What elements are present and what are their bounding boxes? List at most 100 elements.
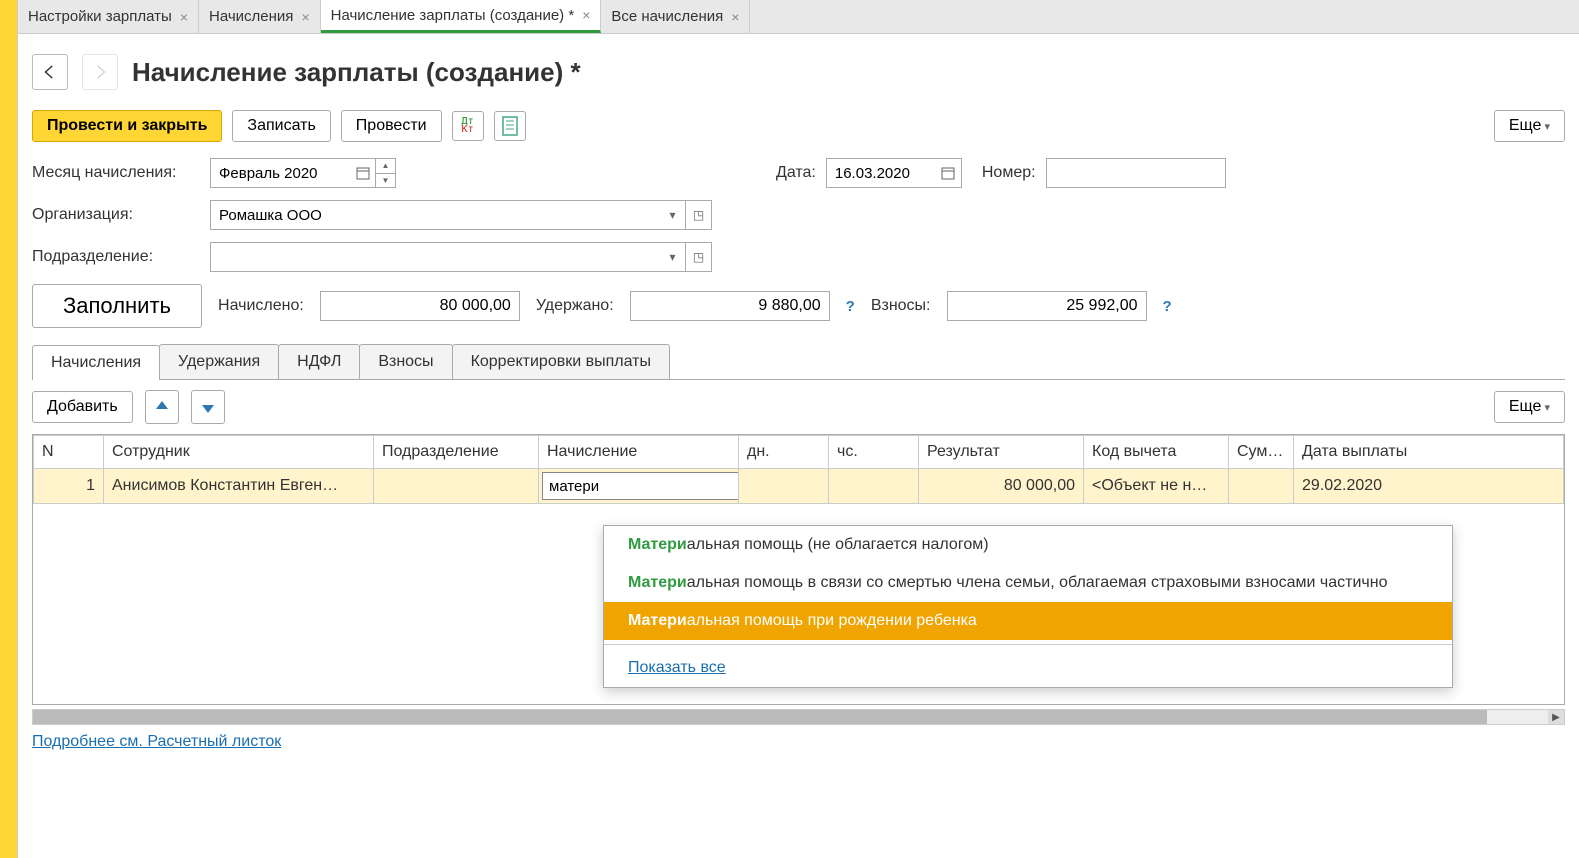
match-text: Матери <box>628 612 687 629</box>
scroll-right-icon[interactable]: ▶ <box>1548 710 1564 724</box>
close-icon[interactable]: × <box>731 9 739 25</box>
col-sum[interactable]: Сумма <box>1229 436 1294 469</box>
month-label: Месяц начисления: <box>32 164 200 182</box>
dropdown-icon[interactable]: ▾ <box>660 242 686 272</box>
dropdown-icon[interactable]: ▾ <box>660 200 686 230</box>
accrual-dropdown: Матери альная помощь (не облагается налог… <box>603 525 1453 688</box>
col-result[interactable]: Результат <box>919 436 1084 469</box>
dt-kt-button[interactable]: ДтКт <box>452 111 484 141</box>
show-all-link[interactable]: Показать все <box>604 649 1452 687</box>
contrib-label: Взносы: <box>871 297 931 315</box>
document-icon <box>502 116 518 136</box>
close-icon[interactable]: × <box>582 7 590 23</box>
dropdown-item[interactable]: Материальная помощь (не облагается налог… <box>604 526 1452 564</box>
withheld-label: Удержано: <box>536 297 614 315</box>
tab-ndfl[interactable]: НДФЛ <box>278 344 360 379</box>
item-rest: альная помощь при рождении ребенка <box>687 612 977 629</box>
org-input[interactable] <box>210 200 660 230</box>
cell-days[interactable] <box>739 469 829 504</box>
open-icon[interactable]: ◳ <box>686 200 712 230</box>
calendar-icon[interactable] <box>350 158 376 188</box>
post-and-close-button[interactable]: Провести и закрыть <box>32 110 222 142</box>
cell-n[interactable]: 1 <box>34 469 104 504</box>
open-icon[interactable]: ◳ <box>686 242 712 272</box>
page-title: Начисление зарплаты (создание) * <box>132 57 581 88</box>
match-text: Матери <box>628 574 687 591</box>
col-paydate[interactable]: Дата выплаты <box>1294 436 1564 469</box>
debit-credit-icon: ДтКт <box>462 118 474 134</box>
fill-button[interactable]: Заполнить <box>32 284 202 328</box>
col-deduction[interactable]: Код вычета <box>1084 436 1229 469</box>
tab-all-accruals[interactable]: Все начисления × <box>601 0 750 33</box>
window-tabs: Настройки зарплаты × Начисления × Начисл… <box>18 0 1579 34</box>
item-rest: альная помощь в связи со смертью члена с… <box>687 574 1388 591</box>
print-button[interactable] <box>494 111 526 141</box>
dropdown-separator <box>604 644 1452 645</box>
cell-hours[interactable] <box>829 469 919 504</box>
accrued-input[interactable] <box>320 291 520 321</box>
tab-withholdings[interactable]: Удержания <box>159 344 279 379</box>
move-down-button[interactable] <box>191 390 225 424</box>
withheld-input[interactable] <box>630 291 830 321</box>
date-input[interactable] <box>826 158 936 188</box>
help-icon[interactable]: ? <box>1163 298 1172 315</box>
scroll-thumb[interactable] <box>33 710 1487 724</box>
table-row[interactable]: 1 Анисимов Константин Евген… ▾ ◳ <box>34 469 1564 504</box>
col-accrual[interactable]: Начисление <box>539 436 739 469</box>
number-input[interactable] <box>1046 158 1226 188</box>
close-icon[interactable]: × <box>301 9 309 25</box>
date-label: Дата: <box>776 164 816 182</box>
tab-settings[interactable]: Настройки зарплаты × <box>18 0 199 33</box>
dropdown-item-selected[interactable]: Материальная помощь при рождении ребенка <box>604 602 1452 640</box>
table-more-button[interactable]: Еще <box>1494 391 1565 423</box>
table-header-row: N Сотрудник Подразделение Начисление дн.… <box>34 436 1564 469</box>
accrual-type-input[interactable] <box>542 472 739 500</box>
nav-forward-button[interactable] <box>82 54 118 90</box>
col-hours[interactable]: чс. <box>829 436 919 469</box>
help-icon[interactable]: ? <box>846 298 855 315</box>
tab-label: Настройки зарплаты <box>28 8 172 25</box>
cell-sum[interactable] <box>1229 469 1294 504</box>
dept-input[interactable] <box>210 242 660 272</box>
tab-corrections[interactable]: Корректировки выплаты <box>452 344 670 379</box>
item-rest: альная помощь (не облагается налогом) <box>687 536 989 553</box>
col-employee[interactable]: Сотрудник <box>104 436 374 469</box>
contrib-input[interactable] <box>947 291 1147 321</box>
tab-label: Все начисления <box>611 8 723 25</box>
accrued-label: Начислено: <box>218 297 304 315</box>
tab-accruals[interactable]: Начисления × <box>199 0 321 33</box>
tab-label: Начисление зарплаты (создание) * <box>331 7 575 24</box>
cell-paydate[interactable]: 29.02.2020 <box>1294 469 1564 504</box>
dropdown-item[interactable]: Материальная помощь в связи со смертью ч… <box>604 564 1452 602</box>
more-button[interactable]: Еще <box>1494 110 1565 142</box>
month-input[interactable] <box>210 158 350 188</box>
tab-label: Начисления <box>209 8 293 25</box>
accruals-table-wrap: N Сотрудник Подразделение Начисление дн.… <box>32 434 1565 705</box>
calendar-icon[interactable] <box>936 158 962 188</box>
payslip-link[interactable]: Подробнее см. Расчетный листок <box>32 733 281 751</box>
nav-back-button[interactable] <box>32 54 68 90</box>
accruals-table: N Сотрудник Подразделение Начисление дн.… <box>33 435 1564 504</box>
col-department[interactable]: Подразделение <box>374 436 539 469</box>
tab-payroll-create[interactable]: Начисление зарплаты (создание) * × <box>321 0 602 33</box>
month-up-icon[interactable]: ▲ <box>376 159 395 174</box>
move-up-button[interactable] <box>145 390 179 424</box>
yellow-sidebar <box>0 0 18 858</box>
col-n[interactable]: N <box>34 436 104 469</box>
col-days[interactable]: дн. <box>739 436 829 469</box>
tab-contributions[interactable]: Взносы <box>359 344 452 379</box>
cell-accrual[interactable]: ▾ ◳ <box>539 469 739 504</box>
number-label: Номер: <box>982 164 1036 182</box>
cell-employee[interactable]: Анисимов Константин Евген… <box>104 469 374 504</box>
add-row-button[interactable]: Добавить <box>32 391 133 423</box>
dept-label: Подразделение: <box>32 248 200 266</box>
cell-deduction[interactable]: <Объект не н… <box>1084 469 1229 504</box>
cell-result[interactable]: 80 000,00 <box>919 469 1084 504</box>
horizontal-scrollbar[interactable]: ▶ <box>32 709 1565 725</box>
save-button[interactable]: Записать <box>232 110 330 142</box>
tab-accruals-inner[interactable]: Начисления <box>32 345 160 380</box>
close-icon[interactable]: × <box>180 9 188 25</box>
cell-department[interactable] <box>374 469 539 504</box>
month-down-icon[interactable]: ▼ <box>376 174 395 188</box>
post-button[interactable]: Провести <box>341 110 442 142</box>
